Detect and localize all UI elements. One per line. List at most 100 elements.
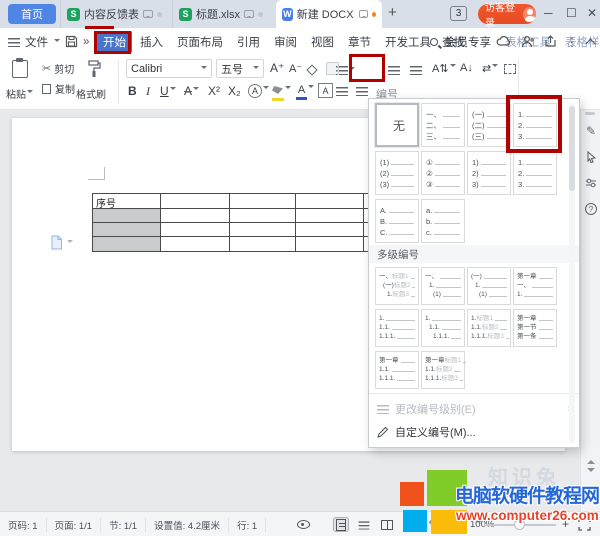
panel-scrollbar-thumb[interactable] [569,106,575,191]
help-icon[interactable]: ? [584,202,598,216]
scroll-down-icon[interactable] [587,468,595,476]
close-button[interactable]: ✕ [587,6,597,20]
visitor-login-button[interactable]: 访客登录 [478,4,536,24]
decrease-font-button[interactable]: A⁻ [289,62,302,75]
wrap-button[interactable]: ⇄ [482,62,498,75]
ribbon-tab-章节[interactable]: 章节 [342,31,377,53]
copy-button[interactable]: 复制 [42,81,75,96]
paste-button[interactable]: 粘贴 [6,86,33,101]
strikethrough-button[interactable]: A [184,84,199,98]
status-field[interactable]: 设置值: 4.2厘米 [146,518,229,532]
ribbon-tab-审阅[interactable]: 审阅 [268,31,303,53]
font-color-button[interactable]: A [296,82,314,100]
text-direction-button[interactable]: A⇅ [432,62,456,75]
select-cursor-icon[interactable] [584,150,598,164]
table-cell[interactable] [161,209,230,223]
table-cell[interactable] [296,194,364,209]
multilevel-option-8[interactable]: 第一章第一节第一条 [513,309,557,347]
customize-numbering-item[interactable]: 自定义编号(M)... [369,421,579,442]
home-button[interactable]: 首页 [8,4,56,24]
multilevel-option-5[interactable]: 1.1.1.1.1.1. [375,309,419,347]
panel-scrollbar[interactable] [569,103,575,443]
character-border-button[interactable]: A [318,83,333,98]
table-cell[interactable] [161,194,230,209]
cloud-sync-icon[interactable] [496,35,512,48]
comment-bubble-icon[interactable] [244,10,254,18]
numbering-option-2[interactable]: (一)(二)(三) [467,103,511,147]
multilevel-option-4[interactable]: 第一章一、1. [513,267,557,305]
numbering-option-9[interactable]: a.b.c. [421,199,465,243]
zoom-out-button[interactable]: − [476,517,482,528]
numbering-option-none[interactable]: 无 [375,103,419,147]
ribbon-tab-引用[interactable]: 引用 [231,31,266,53]
increase-font-button[interactable]: A⁺ [270,61,284,75]
document-tab[interactable]: S标题.xlsx [172,0,270,28]
format-painter-button[interactable]: 格式刷 [76,86,106,101]
book-view-icon[interactable] [379,517,395,532]
status-field[interactable]: 节: 1/1 [101,518,146,532]
table-cell[interactable] [93,209,161,223]
document-tab[interactable]: W新建 DOCX 文 [276,0,382,28]
subscript-button[interactable]: X₂ [228,84,241,98]
numbering-option-7[interactable]: 1.2.3. [513,151,557,195]
hamburger-icon[interactable] [8,37,20,47]
save-icon[interactable] [65,35,78,48]
sort-button[interactable]: A↓ [460,62,473,74]
numbering-option-5[interactable]: ①②③ [421,151,465,195]
multilevel-option-9[interactable]: 第一章1.1.1.1.1. [375,351,419,389]
more-menu-icon[interactable]: ⋮ [566,35,578,49]
underline-button[interactable]: U [160,84,176,98]
numbering-option-6[interactable]: 1)2)3) [467,151,511,195]
increase-indent-button[interactable] [410,64,422,78]
comment-bubble-icon[interactable] [143,10,153,18]
table-cell[interactable] [93,223,161,237]
frame-button[interactable] [504,63,516,77]
fullscreen-icon[interactable] [578,518,591,531]
multilevel-option-7[interactable]: 1.标题11.1.标题21.1.1.标题3 [467,309,511,347]
table-cell[interactable] [296,237,364,251]
minimize-button[interactable]: ─ [544,6,553,20]
multilevel-option-2[interactable]: 一、1.(1) [421,267,465,305]
clear-format-icon[interactable] [308,63,316,77]
font-size-select[interactable]: 五号 [216,59,264,78]
fit-page-icon[interactable]: □ [449,517,465,532]
highlight-color-button[interactable] [272,83,291,101]
table-cell[interactable] [230,209,296,223]
new-tab-button[interactable]: + [388,4,397,21]
paragraph-options[interactable] [50,235,73,250]
format-painter-icon[interactable] [86,59,102,79]
status-field[interactable]: 页码: 1 [8,518,47,532]
table-cell[interactable] [296,223,364,237]
file-menu-caret-icon[interactable] [54,39,60,45]
status-field[interactable]: 行: 1 [229,518,266,532]
eye-protection-icon[interactable] [295,517,311,532]
phonetic-guide-button[interactable]: A [248,83,269,98]
table-cell[interactable]: 序号 [93,194,161,209]
collapse-ribbon-icon[interactable] [586,38,596,48]
outline-view-icon[interactable] [356,517,372,532]
comment-bubble-icon[interactable] [359,10,368,18]
ribbon-tab-页面布局[interactable]: 页面布局 [171,31,229,53]
page-view-icon[interactable] [333,517,349,532]
ink-view-icon[interactable]: ✎ [425,517,441,532]
numbering-option-8[interactable]: A.B.C. [375,199,419,243]
ribbon-tab-视图[interactable]: 视图 [305,31,340,53]
share-arrow-icon[interactable] [544,35,557,48]
decrease-indent-button[interactable] [388,64,400,78]
overflow-chevrons[interactable]: » [83,36,89,48]
ribbon-tab-插入[interactable]: 插入 [134,31,169,53]
adjust-slider-icon[interactable] [584,176,598,190]
multilevel-option-3[interactable]: (一)1.(1) [467,267,511,305]
table-cell[interactable] [93,237,161,251]
numbering-option-1[interactable]: 一、二、三、 [421,103,465,147]
ribbon-tab-开发工具[interactable]: 开发工具 [379,31,437,53]
align-center-button[interactable] [356,85,368,99]
web-view-icon[interactable]: ⊕ [402,517,418,532]
table-cell[interactable] [296,209,364,223]
scroll-up-icon[interactable] [587,456,595,464]
status-field[interactable]: 页面: 1/1 [47,518,102,532]
zoom-in-button[interactable]: + [562,517,569,531]
zoom-slider-knob[interactable] [514,519,525,530]
table-cell[interactable] [161,237,230,251]
share-user-icon[interactable] [521,35,535,48]
